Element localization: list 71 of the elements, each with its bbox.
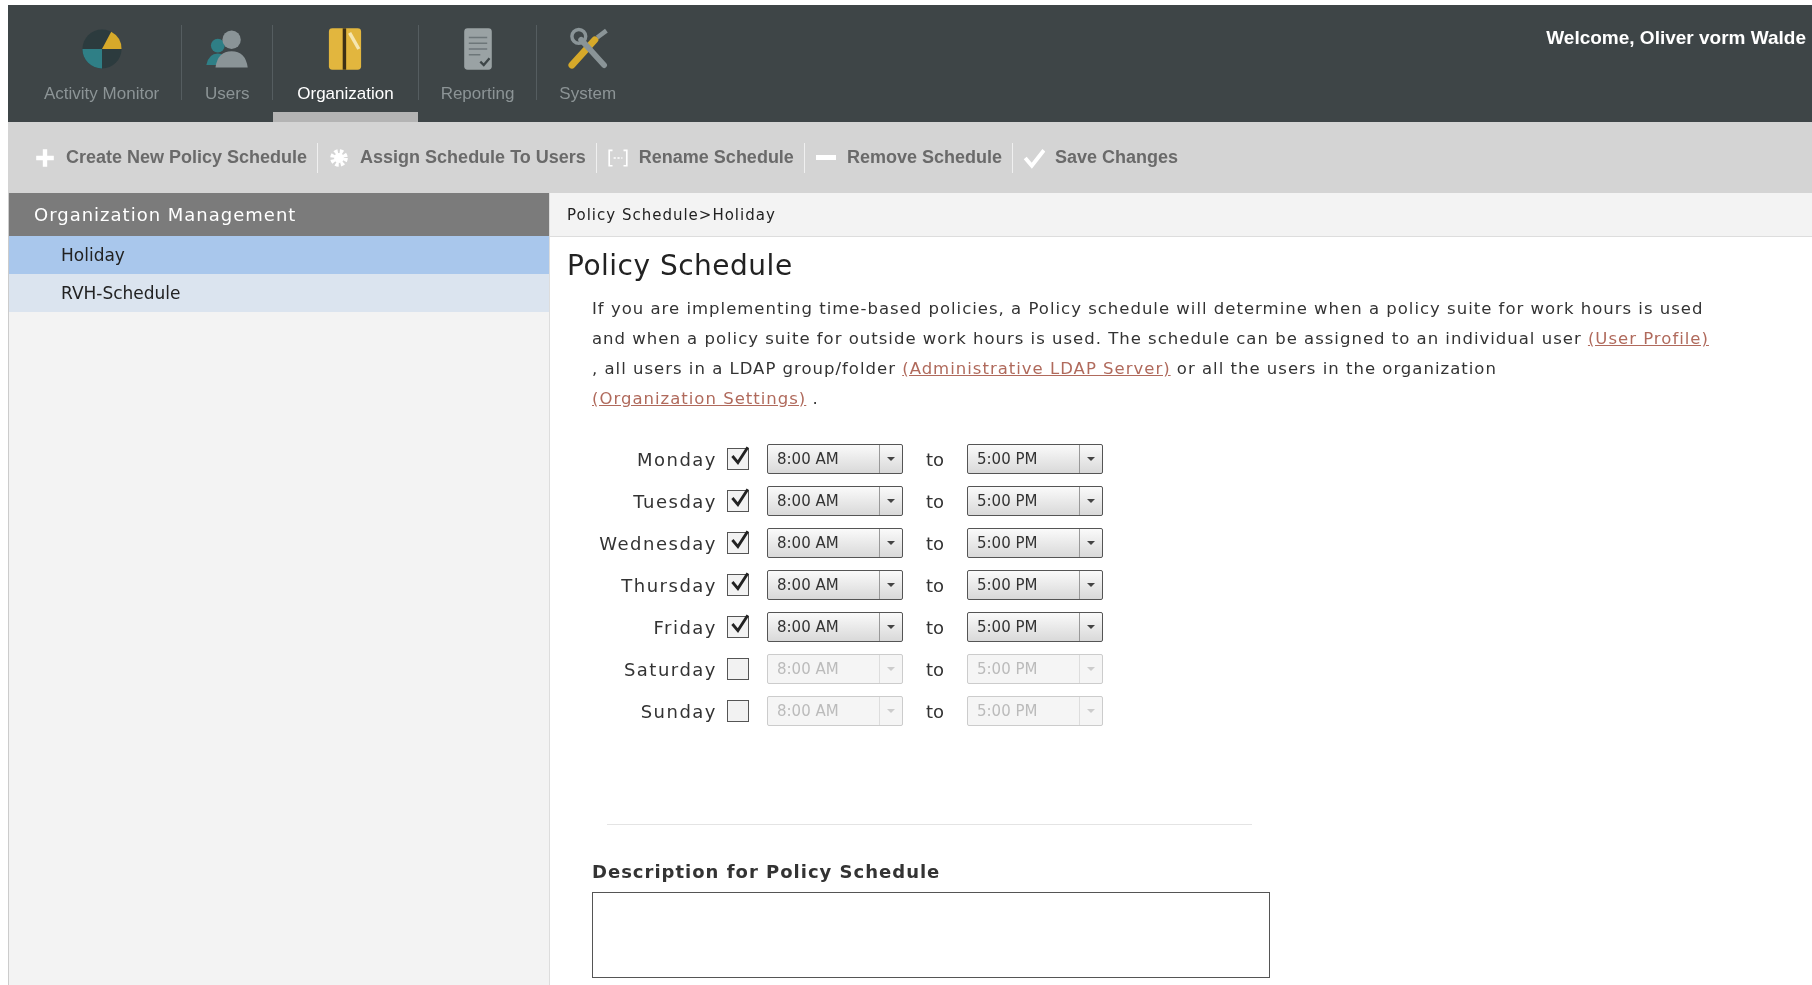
description-label: Description for Policy Schedule xyxy=(592,861,942,882)
sidebar-title: Organization Management xyxy=(9,193,549,236)
breadcrumb: Policy Schedule>Holiday xyxy=(550,193,1812,237)
caret-icon xyxy=(886,540,896,546)
day-label: Tuesday xyxy=(632,490,717,512)
sidebar-item[interactable]: Holiday xyxy=(9,236,549,274)
end-time-dropdown[interactable]: 5:00 PM xyxy=(967,528,1103,558)
welcome-text: Welcome, Oliver vorm Walde xyxy=(1546,27,1806,49)
caret-icon xyxy=(1086,666,1096,672)
day-label: Sunday xyxy=(639,700,717,722)
toolbar-button[interactable]: Remove Schedule xyxy=(812,143,1004,172)
day-label: Friday xyxy=(652,616,717,638)
nav-tab[interactable]: Users xyxy=(182,5,273,122)
to-label: to xyxy=(924,616,946,638)
sidebar-item[interactable]: RVH-Schedule xyxy=(9,274,549,312)
day-checkbox[interactable] xyxy=(727,658,749,680)
day-checkbox[interactable] xyxy=(727,700,749,722)
plus-icon xyxy=(34,146,56,169)
caret-icon xyxy=(886,666,896,672)
description-field[interactable] xyxy=(592,892,1270,978)
caret-icon xyxy=(1086,708,1096,714)
to-label: to xyxy=(924,700,946,722)
caret-icon xyxy=(886,498,896,504)
intro-paragraph: If you are implementing time-based policies, a Policy schedule will determine when a policy suite for work hours is used and when a policy suite for outside work hours is used. The schedule can be assigned to an individual user (User Profile) , all users in a LDAP group/folder (Administrative LDAP Server) or all the users in the organization (Organization Settings) . xyxy=(592,298,1710,410)
day-label: Monday xyxy=(635,448,717,470)
day-label: Saturday xyxy=(622,658,717,680)
nav-tab[interactable]: Activity Monitor xyxy=(22,5,182,122)
gear-icon xyxy=(328,146,351,169)
link[interactable]: (User Profile) xyxy=(1587,329,1709,348)
end-time-dropdown[interactable]: 5:00 PM xyxy=(967,444,1103,474)
caret-icon xyxy=(1086,456,1096,462)
start-time-dropdown[interactable]: 8:00 AM xyxy=(767,486,903,516)
toolbar-button[interactable]: Assign Schedule To Users xyxy=(326,142,588,173)
caret-icon xyxy=(1086,582,1096,588)
end-time-dropdown[interactable]: 5:00 PM xyxy=(967,486,1103,516)
start-time-dropdown[interactable]: 8:00 AM xyxy=(767,570,903,600)
caret-icon xyxy=(886,582,896,588)
caret-icon xyxy=(1086,624,1096,630)
toolbar-button[interactable]: Rename Schedule xyxy=(604,142,796,173)
end-time-dropdown[interactable]: 5:00 PM xyxy=(967,612,1103,642)
day-checkbox[interactable] xyxy=(727,532,749,554)
to-label: to xyxy=(924,658,946,680)
day-label: Thursday xyxy=(620,574,717,596)
page-heading: Policy Schedule xyxy=(567,249,794,282)
nav-tab[interactable]: Reporting xyxy=(418,5,537,122)
caret-icon xyxy=(886,624,896,630)
day-checkbox[interactable] xyxy=(727,616,749,638)
checkmark-icon xyxy=(1022,146,1045,169)
nav-tab[interactable]: System xyxy=(537,5,639,122)
toolbar-button[interactable]: Create New Policy Schedule xyxy=(32,142,310,173)
to-label: to xyxy=(924,574,946,596)
caret-icon xyxy=(1086,498,1096,504)
start-time-dropdown[interactable]: 8:00 AM xyxy=(767,528,903,558)
brackets-icon xyxy=(606,146,629,169)
link[interactable]: (Organization Settings) xyxy=(592,389,807,408)
to-label: to xyxy=(924,532,946,554)
caret-icon xyxy=(886,708,896,714)
day-checkbox[interactable] xyxy=(727,448,749,470)
toolbar-button[interactable]: Save Changes xyxy=(1020,142,1180,173)
start-time-dropdown[interactable]: 8:00 AM xyxy=(767,612,903,642)
to-label: to xyxy=(924,448,946,470)
day-checkbox[interactable] xyxy=(727,490,749,512)
to-label: to xyxy=(924,490,946,512)
day-checkbox[interactable] xyxy=(727,574,749,596)
start-time-dropdown[interactable]: 8:00 AM xyxy=(767,444,903,474)
caret-icon xyxy=(886,456,896,462)
caret-icon xyxy=(1086,540,1096,546)
day-label: Wednesday xyxy=(598,532,717,554)
end-time-dropdown[interactable]: 5:00 PM xyxy=(967,570,1103,600)
link[interactable]: (Administrative LDAP Server) xyxy=(902,359,1171,378)
minus-icon xyxy=(814,155,837,160)
